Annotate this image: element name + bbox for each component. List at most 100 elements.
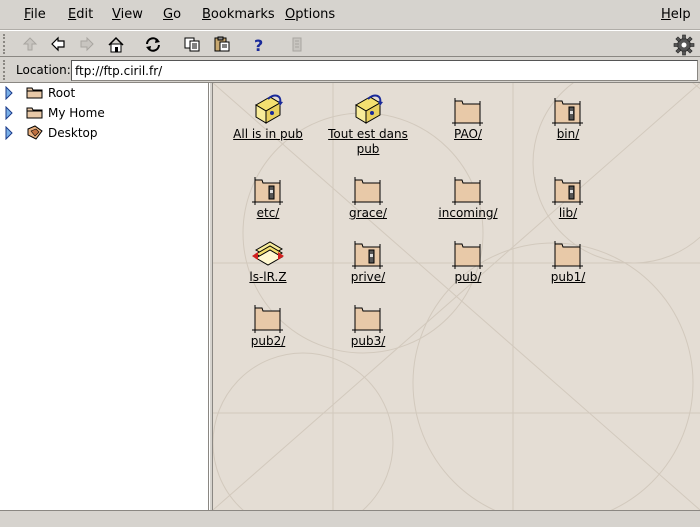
copy-button[interactable] — [180, 33, 204, 55]
location-grip-handle[interactable] — [3, 60, 9, 80]
file-item-lib[interactable]: lib/ — [518, 172, 618, 221]
file-name: lib/ — [558, 206, 578, 220]
folder-icon — [352, 177, 383, 205]
file-item-pub1[interactable]: pub1/ — [518, 236, 618, 285]
locked-folder-icon — [552, 98, 583, 126]
sidebar-item-label: My Home — [48, 106, 105, 120]
home-icon — [108, 36, 124, 52]
menu-view-label: View — [112, 7, 143, 22]
expand-arrow-icon[interactable] — [4, 86, 14, 100]
file-item-ls-lr-z[interactable]: ls-lR.Z — [218, 236, 318, 285]
sidebar-item-root[interactable]: Root — [0, 84, 209, 102]
file-item-tout-est-dans-pub[interactable]: Tout est dans pub — [318, 93, 418, 157]
file-item-prive[interactable]: prive/ — [318, 236, 418, 285]
file-name: grace/ — [349, 206, 387, 220]
menu-view[interactable]: View — [112, 7, 143, 22]
help-button[interactable]: ? — [247, 33, 271, 55]
folder-icon — [352, 305, 383, 333]
gear-icon — [673, 34, 695, 56]
file-item-pub2[interactable]: pub2/ — [218, 300, 318, 349]
expand-arrow-icon[interactable] — [4, 126, 14, 140]
folder-icon — [252, 305, 283, 333]
stop-icon — [292, 37, 302, 51]
stop-button[interactable] — [285, 33, 309, 55]
sidebar-item-label: Desktop — [48, 126, 98, 140]
menu-help[interactable]: Help — [661, 7, 691, 22]
symlink-icon — [255, 94, 283, 124]
status-bar — [0, 510, 700, 527]
file-item-etc[interactable]: etc/ — [218, 172, 318, 221]
menu-edit[interactable]: Edit — [68, 7, 93, 22]
file-item-all-is-in-pub[interactable]: All is in pub — [218, 93, 318, 142]
home-button[interactable] — [104, 33, 128, 55]
location-label: Location: — [16, 63, 71, 77]
toolbar: ? — [0, 30, 700, 57]
back-button[interactable] — [46, 33, 70, 55]
location-bar: Location: ftp://ftp.ciril.fr/ — [0, 58, 700, 83]
paste-icon — [214, 36, 229, 52]
file-name: etc/ — [256, 206, 280, 220]
folder-icon — [552, 241, 583, 269]
folder-icon — [452, 241, 483, 269]
menu-bookmarks[interactable]: Bookmarks — [202, 7, 275, 22]
file-name: PAO/ — [454, 127, 482, 141]
locked-folder-icon — [352, 241, 383, 269]
file-name: pub1/ — [550, 270, 586, 284]
file-name: ls-lR.Z — [249, 270, 287, 284]
help-icon: ? — [254, 36, 263, 53]
folder-icon — [452, 98, 483, 126]
forward-arrow-icon — [80, 36, 94, 52]
file-name: All is in pub — [233, 127, 303, 141]
desktop-icon — [27, 125, 43, 140]
file-icon-view: All is in pub Tout est dans pub PAO/ bin… — [213, 83, 700, 510]
file-item-pub3[interactable]: pub3/ — [318, 300, 418, 349]
up-arrow-icon — [22, 37, 38, 51]
background-pattern — [213, 83, 700, 510]
symlink-icon — [355, 94, 383, 124]
toolbar-grip-handle[interactable] — [3, 34, 9, 54]
back-arrow-icon — [51, 36, 65, 52]
file-name: pub3/ — [350, 334, 386, 348]
sidebar-item-desktop[interactable]: Desktop — [0, 124, 209, 142]
menu-options-label: Options — [285, 7, 336, 22]
menu-help-label: Help — [661, 7, 691, 22]
copy-icon — [184, 37, 199, 52]
menu-go-label: Go — [163, 7, 182, 22]
svg-text:?: ? — [254, 36, 263, 53]
menu-file-label: File — [24, 7, 46, 22]
sidebar-item-label: Root — [48, 86, 76, 100]
menu-bar: File Edit View Go Bookmarks Options Help — [0, 0, 700, 30]
locked-folder-icon — [552, 177, 583, 205]
forward-button[interactable] — [75, 33, 99, 55]
up-button[interactable] — [18, 33, 42, 55]
file-item-pao[interactable]: PAO/ — [418, 93, 518, 142]
folder-icon — [26, 87, 43, 99]
file-name: pub/ — [454, 270, 482, 284]
sidebar-tree: Root My Home Desktop — [0, 83, 209, 510]
menu-go[interactable]: Go — [163, 7, 181, 22]
file-item-pub[interactable]: pub/ — [418, 236, 518, 285]
file-name: Tout est dans pub — [328, 127, 408, 156]
paste-button[interactable] — [210, 33, 234, 55]
file-item-bin[interactable]: bin/ — [518, 93, 618, 142]
file-item-grace[interactable]: grace/ — [318, 172, 418, 221]
menu-options[interactable]: Options — [285, 7, 335, 22]
locked-folder-icon — [252, 177, 283, 205]
folder-icon — [452, 177, 483, 205]
file-name: prive/ — [350, 270, 386, 284]
reload-icon — [146, 36, 160, 52]
file-name: bin/ — [556, 127, 580, 141]
throbber-gear[interactable] — [672, 33, 696, 57]
folder-icon — [26, 107, 43, 119]
file-item-incoming[interactable]: incoming/ — [418, 172, 518, 221]
expand-arrow-icon[interactable] — [4, 106, 14, 120]
menu-edit-label: Edit — [68, 7, 94, 22]
reload-button[interactable] — [141, 33, 165, 55]
file-name: pub2/ — [250, 334, 286, 348]
location-input[interactable]: ftp://ftp.ciril.fr/ — [71, 60, 698, 81]
menu-bookmarks-label: Bookmarks — [202, 7, 275, 22]
menu-file[interactable]: File — [24, 7, 46, 22]
sidebar-item-my-home[interactable]: My Home — [0, 104, 209, 122]
file-name: incoming/ — [438, 206, 498, 220]
archive-icon — [252, 241, 284, 266]
